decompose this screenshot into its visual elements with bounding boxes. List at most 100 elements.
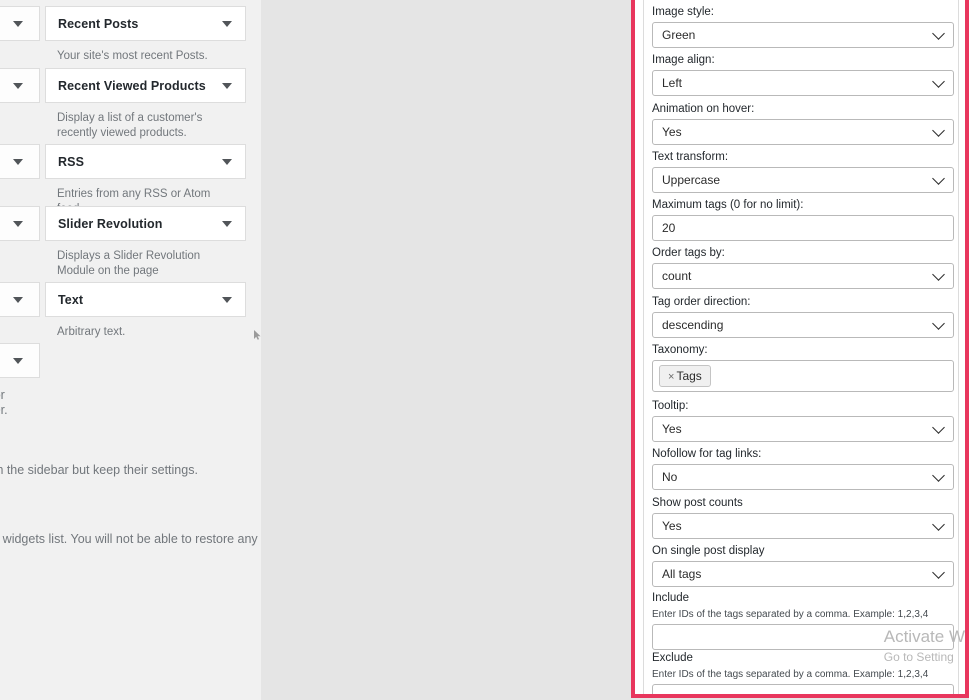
chevron-down-icon [222,296,232,303]
field-tag-order-direction: Tag order direction: descending [652,295,954,338]
field-label: Image style: [652,6,714,18]
select-tooltip[interactable]: Yes [652,416,954,442]
clipped-description-text: ve widgets list. You will not be able to… [0,532,258,546]
widget-title: Text [58,292,84,307]
clipped-description-text: ider. [0,403,8,417]
chevron-down-icon [222,158,232,165]
field-animation-on-hover: Animation on hover: Yes [652,102,954,145]
chevron-down-icon [932,469,945,482]
select-value: Green [662,28,696,42]
field-label: On single post display [652,545,765,557]
field-tooltip: Tooltip: Yes [652,399,954,442]
chevron-down-icon [13,357,23,364]
field-label: Order tags by: [652,247,725,259]
select-value: Left [662,76,683,90]
remove-tag-icon[interactable]: × [668,371,674,383]
field-nofollow-for-tag-links: Nofollow for tag links: No [652,447,954,490]
select-text-transform[interactable]: Uppercase [652,167,954,193]
select-image-style[interactable]: Green [652,22,954,48]
widget-title: Recent Viewed Products [58,78,206,93]
select-value: count [662,269,692,283]
field-label: Nofollow for tag links: [652,448,762,460]
select-image-align[interactable]: Left [652,70,954,96]
widget-card[interactable]: RSS [45,144,246,179]
field-show-post-counts: Show post counts Yes [652,496,954,539]
widget-description: Displays a Slider Revolution Module on t… [57,250,201,277]
chevron-down-icon [13,82,23,89]
field-label: Show post counts [652,497,743,509]
field-on-single-post-display: On single post display All tags [652,544,954,587]
select-value: Yes [662,519,682,533]
widget-card[interactable]: Text [45,282,246,317]
widget-title: Slider Revolution [58,216,163,231]
field-label: Exclude [652,652,693,664]
field-label: Taxonomy: [652,344,708,356]
select-value: Yes [662,125,682,139]
tokenfield-taxonomy[interactable]: × Tags [652,360,954,392]
chevron-down-icon [932,75,945,88]
select-value: descending [662,318,724,332]
clipped-description-text: y or [0,388,5,402]
widget-description: Display a list of a customer's recently … [57,112,203,139]
select-show-post-counts[interactable]: Yes [652,513,954,539]
widget-handle-box[interactable] [0,6,40,41]
tag-chip[interactable]: × Tags [659,365,711,387]
widget-card[interactable]: Recent Posts [45,6,246,41]
input-include[interactable] [652,624,954,650]
field-order-tags-by: Order tags by: count [652,246,954,289]
input-exclude[interactable] [652,684,954,694]
widget-settings-panel-highlight: Image style: Green Image align: Left Animati… [631,0,969,698]
widget-browser-panel: Recent Posts Your site's most recent Post… [0,0,261,700]
field-text-transform: Text transform: Uppercase [652,150,954,193]
field-help-text: Enter IDs of the tags separated by a com… [652,609,929,620]
chevron-down-icon [222,220,232,227]
widget-handle-box[interactable] [0,144,40,179]
widget-title: Recent Posts [58,16,139,31]
chevron-down-icon [13,296,23,303]
chevron-down-icon [932,268,945,281]
widget-description: Your site's most recent Posts. [57,50,208,62]
widget-description: Arbitrary text. [57,326,126,338]
field-label: Tag order direction: [652,296,751,308]
field-taxonomy: Taxonomy: × Tags [652,343,954,392]
chevron-down-icon [13,158,23,165]
select-nofollow-for-tag-links[interactable]: No [652,464,954,490]
widget-settings-panel: Image style: Green Image align: Left Animati… [635,0,965,694]
field-label: Tooltip: [652,400,689,412]
chevron-down-icon [222,82,232,89]
widget-title: RSS [58,154,85,169]
panel-right-divider [958,0,959,694]
widget-handle-box[interactable] [0,68,40,103]
chevron-down-icon [13,20,23,27]
widget-card[interactable]: Recent Viewed Products [45,68,246,103]
select-value: All tags [662,567,702,581]
select-on-single-post-display[interactable]: All tags [652,561,954,587]
canvas-area [261,0,631,700]
panel-left-divider [643,0,644,694]
field-exclude: Exclude Enter IDs of the tags separated b… [652,651,954,694]
select-animation-on-hover[interactable]: Yes [652,119,954,145]
field-include: Include Enter IDs of the tags separated b… [652,591,954,650]
widget-handle-box[interactable] [0,206,40,241]
select-tag-order-direction[interactable]: descending [652,312,954,338]
chevron-down-icon [932,566,945,579]
chevron-down-icon [932,124,945,137]
select-value: No [662,470,678,484]
select-value: Uppercase [662,173,721,187]
widget-card[interactable]: Slider Revolution [45,206,246,241]
field-label: Maximum tags (0 for no limit): [652,199,804,211]
chevron-down-icon [932,27,945,40]
chevron-down-icon [932,421,945,434]
chevron-down-icon [222,20,232,27]
screen: Recent Posts Your site's most recent Post… [0,0,969,700]
widget-handle-box[interactable] [0,343,40,378]
field-label: Include [652,592,690,604]
field-image-align: Image align: Left [652,53,954,96]
field-label: Animation on hover: [652,103,755,115]
widget-handle-box[interactable] [0,282,40,317]
field-label: Image align: [652,54,715,66]
field-label: Text transform: [652,151,729,163]
input-maximum-tags[interactable]: 20 [652,215,954,241]
select-value: Yes [662,422,682,436]
select-order-tags-by[interactable]: count [652,263,954,289]
